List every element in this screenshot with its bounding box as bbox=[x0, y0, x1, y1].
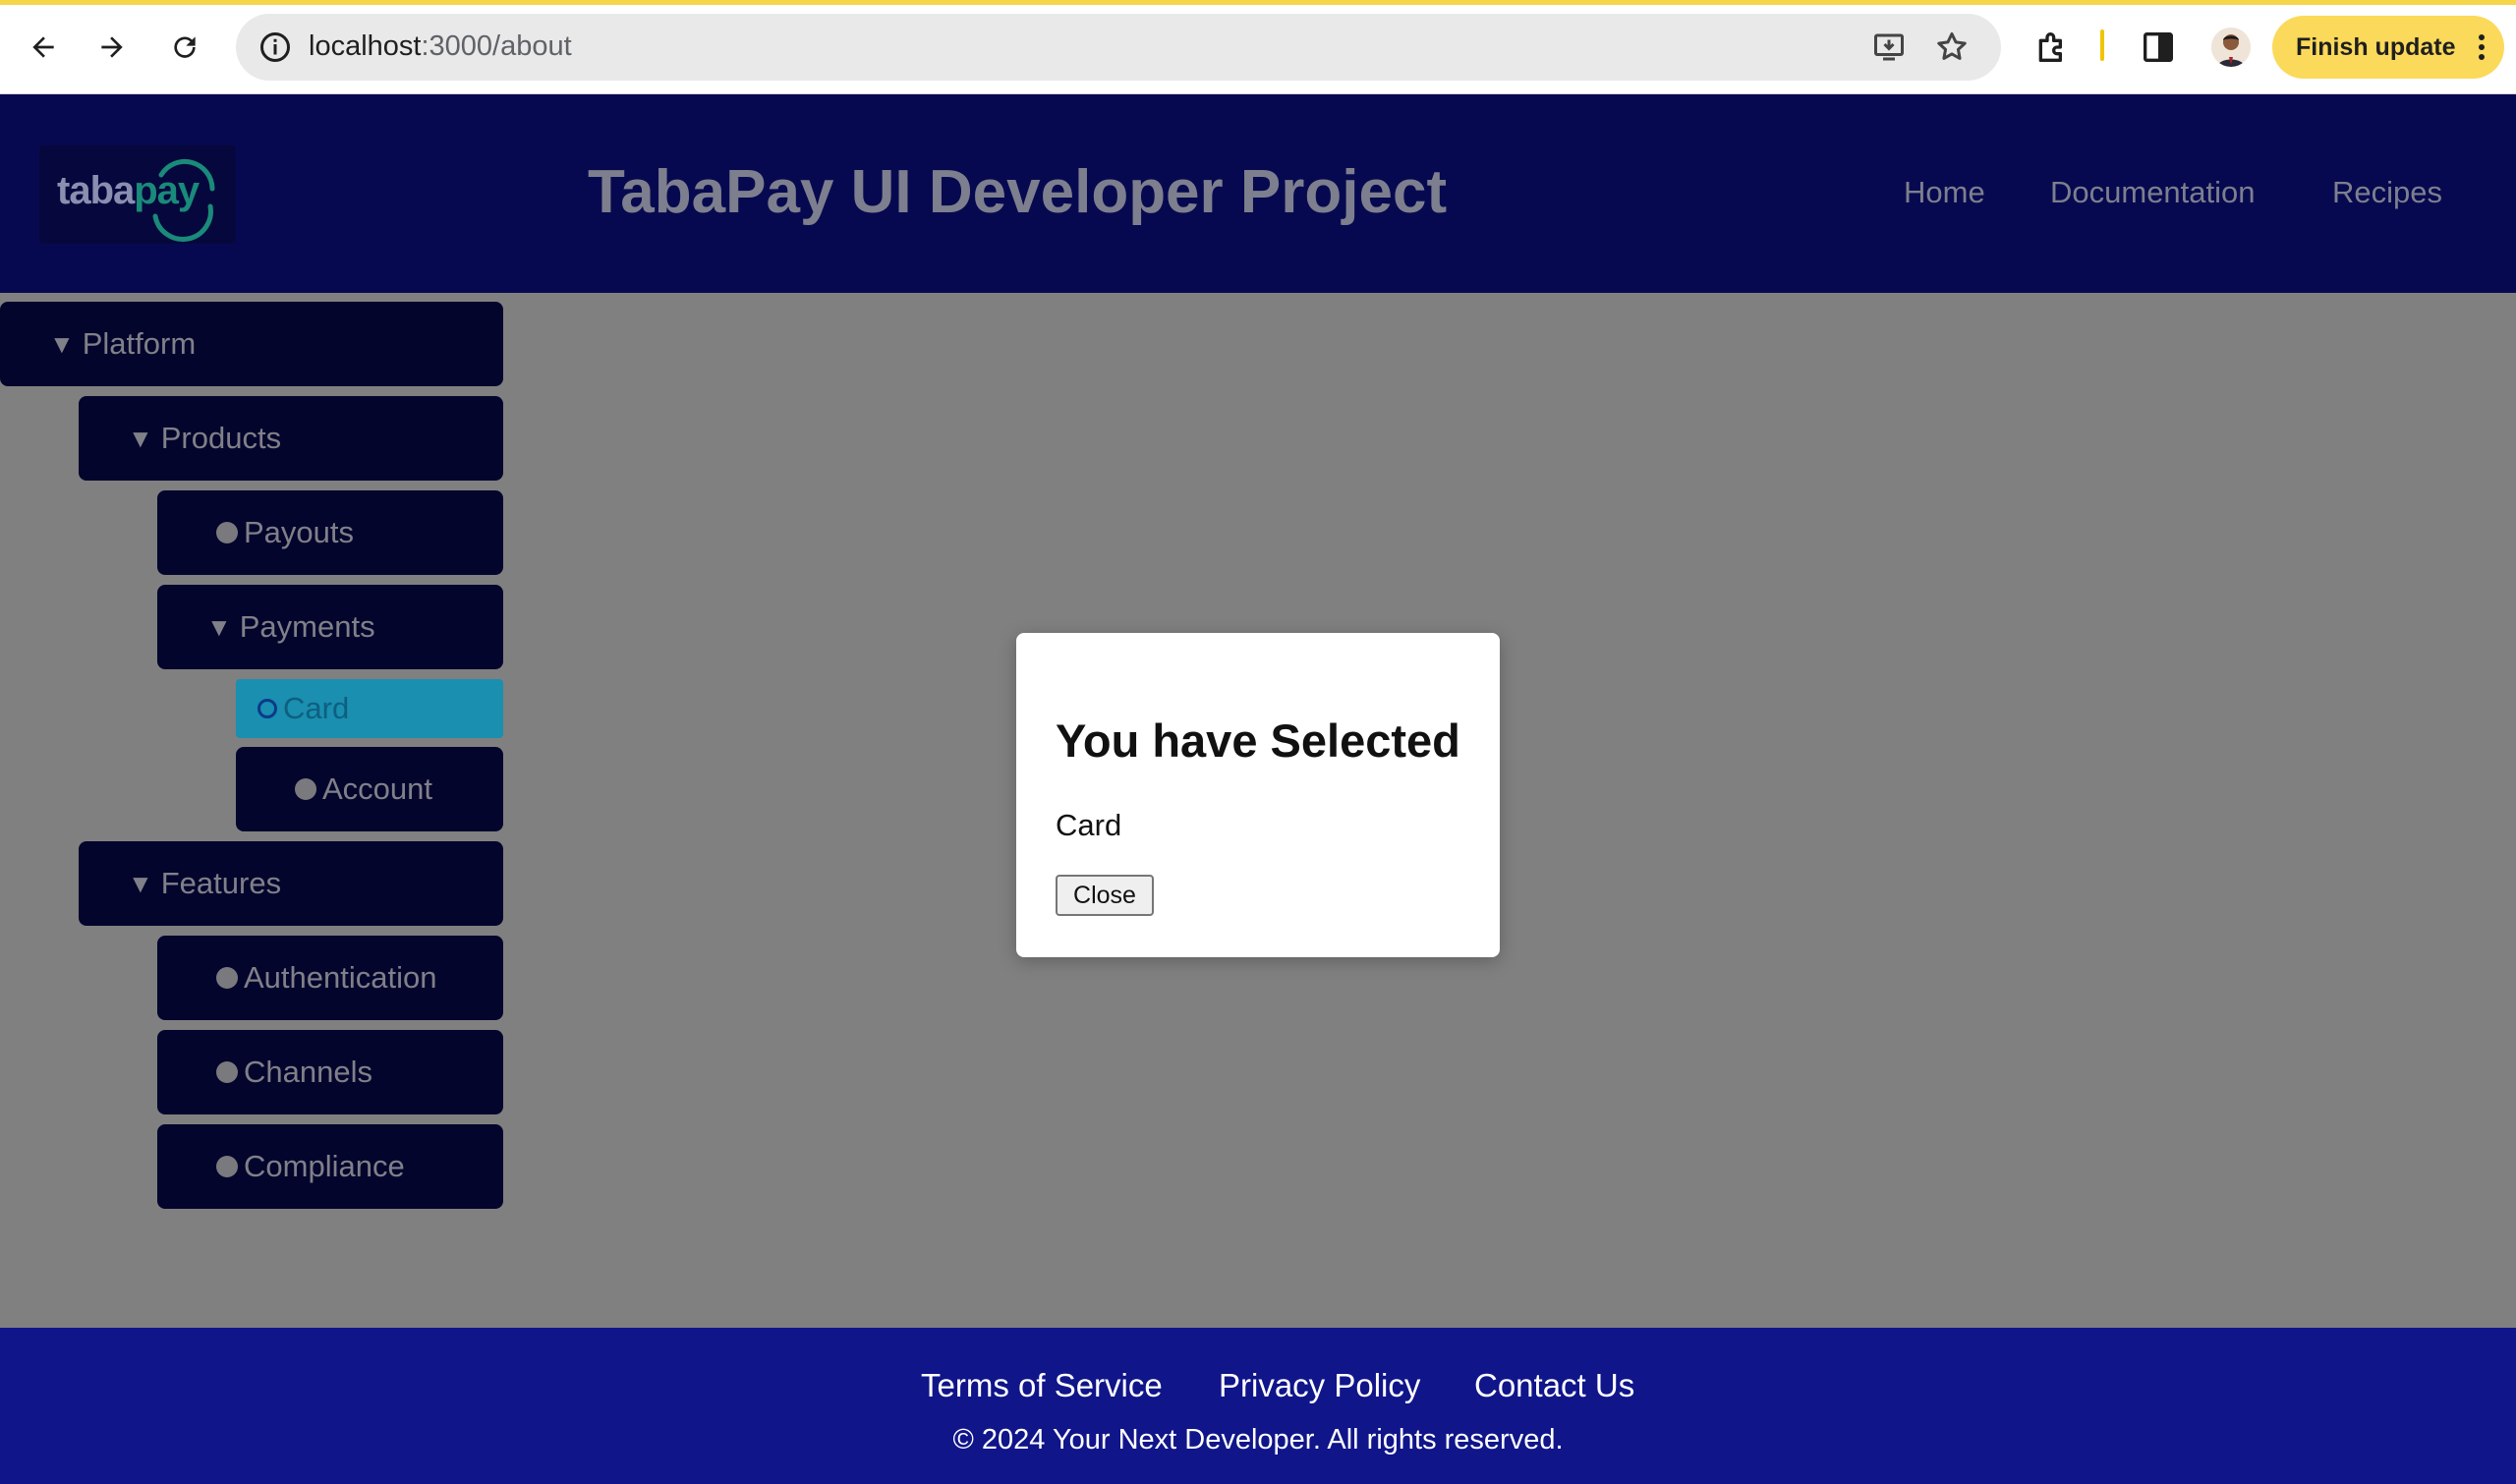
modal-selected-value: Card bbox=[1056, 808, 1122, 842]
reload-icon[interactable] bbox=[161, 24, 208, 71]
finish-update-button[interactable]: Finish update bbox=[2272, 16, 2504, 79]
tree-node-payouts[interactable]: Payouts bbox=[157, 490, 503, 575]
site-info-icon[interactable] bbox=[257, 29, 293, 65]
radio-dot-icon bbox=[216, 1061, 238, 1083]
tree-node-label: Platform bbox=[82, 326, 197, 361]
tree-node-channels[interactable]: Channels bbox=[157, 1030, 503, 1114]
extensions-puzzle-icon[interactable] bbox=[2032, 28, 2072, 67]
nav-link-documentation[interactable]: Documentation bbox=[2050, 175, 2256, 210]
tree-node-features[interactable]: ▼ Features bbox=[79, 841, 503, 926]
tree-node-label: Channels bbox=[244, 1055, 372, 1089]
install-app-icon[interactable] bbox=[1871, 29, 1907, 65]
url-host: localhost bbox=[309, 30, 422, 62]
tree-node-account[interactable]: Account bbox=[236, 747, 503, 831]
nav-link-recipes[interactable]: Recipes bbox=[2332, 175, 2442, 210]
footer-link-contact[interactable]: Contact Us bbox=[1474, 1367, 1634, 1404]
modal-heading: You have Selected bbox=[1056, 714, 1460, 767]
finish-update-label: Finish update bbox=[2296, 32, 2456, 61]
footer-link-privacy[interactable]: Privacy Policy bbox=[1219, 1367, 1420, 1404]
tree-node-label: Account bbox=[322, 771, 433, 806]
tree-node-platform[interactable]: ▼ Platform bbox=[0, 302, 503, 386]
logo-text-a: taba bbox=[57, 169, 135, 212]
tree-node-payments[interactable]: ▼ Payments bbox=[157, 585, 503, 669]
kebab-menu-icon[interactable] bbox=[2479, 33, 2485, 61]
tree-node-label: Features bbox=[160, 866, 282, 900]
url-path: :3000/about bbox=[421, 30, 572, 62]
expand-triangle-icon: ▼ bbox=[128, 423, 153, 453]
url-text[interactable]: localhost:3000/about bbox=[309, 30, 572, 63]
close-button[interactable]: Close bbox=[1056, 875, 1154, 916]
radio-dot-icon bbox=[295, 778, 316, 800]
site-footer: Terms of Service Privacy Policy Contact … bbox=[0, 1328, 2516, 1484]
tree-node-label: Authentication bbox=[244, 960, 437, 995]
side-panel-icon[interactable] bbox=[2139, 28, 2178, 67]
copyright-text: © 2024 Your Next Developer. All rights r… bbox=[952, 1424, 1564, 1455]
tree-node-label: Products bbox=[160, 421, 282, 455]
tree-node-products[interactable]: ▼ Products bbox=[79, 396, 503, 481]
radio-dot-icon bbox=[216, 1156, 238, 1177]
tree-node-label: Compliance bbox=[244, 1149, 405, 1183]
tree-node-label: Payments bbox=[239, 609, 375, 644]
radio-selected-icon bbox=[257, 699, 277, 718]
tree-node-card[interactable]: Card bbox=[236, 679, 503, 738]
address-bar[interactable]: localhost:3000/about bbox=[236, 14, 2001, 81]
tree-node-label: Payouts bbox=[244, 515, 355, 549]
browser-top-accent bbox=[0, 0, 2516, 5]
tree-node-authentication[interactable]: Authentication bbox=[157, 936, 503, 1020]
forward-arrow-icon[interactable] bbox=[88, 24, 136, 71]
bookmark-star-icon[interactable] bbox=[1934, 29, 1970, 65]
expand-triangle-icon: ▼ bbox=[128, 868, 153, 898]
tree-node-compliance[interactable]: Compliance bbox=[157, 1124, 503, 1209]
expand-triangle-icon: ▼ bbox=[49, 328, 75, 359]
footer-link-terms[interactable]: Terms of Service bbox=[921, 1367, 1163, 1404]
site-header: tabapay TabaPay UI Developer Project Hom… bbox=[0, 94, 2516, 293]
selection-modal: You have Selected Card Close bbox=[1016, 633, 1500, 957]
radio-dot-icon bbox=[216, 967, 238, 989]
tabapay-logo[interactable]: tabapay bbox=[39, 145, 236, 244]
browser-toolbar: localhost:3000/about Finish update bbox=[0, 0, 2516, 94]
nav-link-home[interactable]: Home bbox=[1904, 175, 1985, 210]
page-title: TabaPay UI Developer Project bbox=[588, 158, 1448, 226]
back-arrow-icon[interactable] bbox=[20, 24, 67, 71]
profile-avatar[interactable] bbox=[2211, 28, 2251, 67]
logo-arc-icon bbox=[152, 158, 215, 242]
toolbar-divider bbox=[2100, 29, 2104, 61]
radio-dot-icon bbox=[216, 522, 238, 543]
expand-triangle-icon: ▼ bbox=[206, 611, 232, 642]
tree-node-label: Card bbox=[283, 691, 350, 725]
